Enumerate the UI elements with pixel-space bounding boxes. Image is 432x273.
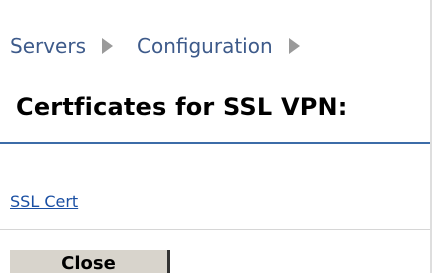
title-divider <box>0 142 430 144</box>
chevron-right-icon <box>288 38 300 54</box>
chevron-right-icon <box>102 38 114 54</box>
ssl-cert-link[interactable]: SSL Cert <box>10 192 78 211</box>
breadcrumb: Servers Configuration <box>10 31 324 61</box>
close-button[interactable]: Close <box>10 250 170 273</box>
breadcrumb-item-configuration[interactable]: Configuration <box>137 34 273 58</box>
section-divider <box>0 229 430 230</box>
breadcrumb-item-servers[interactable]: Servers <box>10 34 86 58</box>
page-title: Certficates for SSL VPN: <box>16 93 348 121</box>
